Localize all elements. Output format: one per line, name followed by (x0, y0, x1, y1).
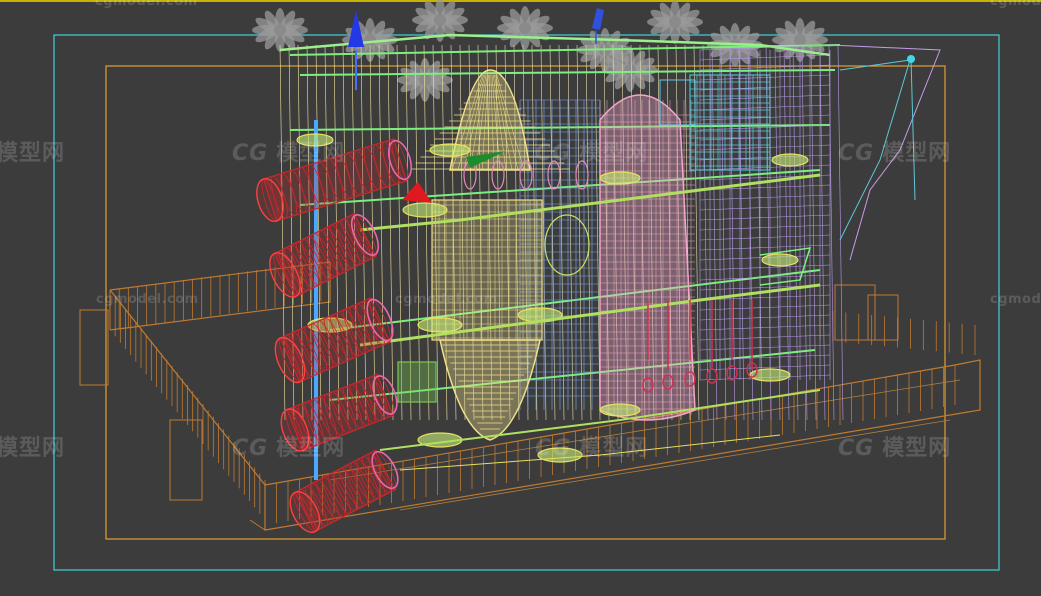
3d-viewport[interactable]: cgmodel.com cgmodel.com cgmodel.com cgmo… (0, 0, 1041, 596)
pink-tower (599, 79, 696, 421)
wireframe-scene[interactable] (0, 0, 1041, 596)
